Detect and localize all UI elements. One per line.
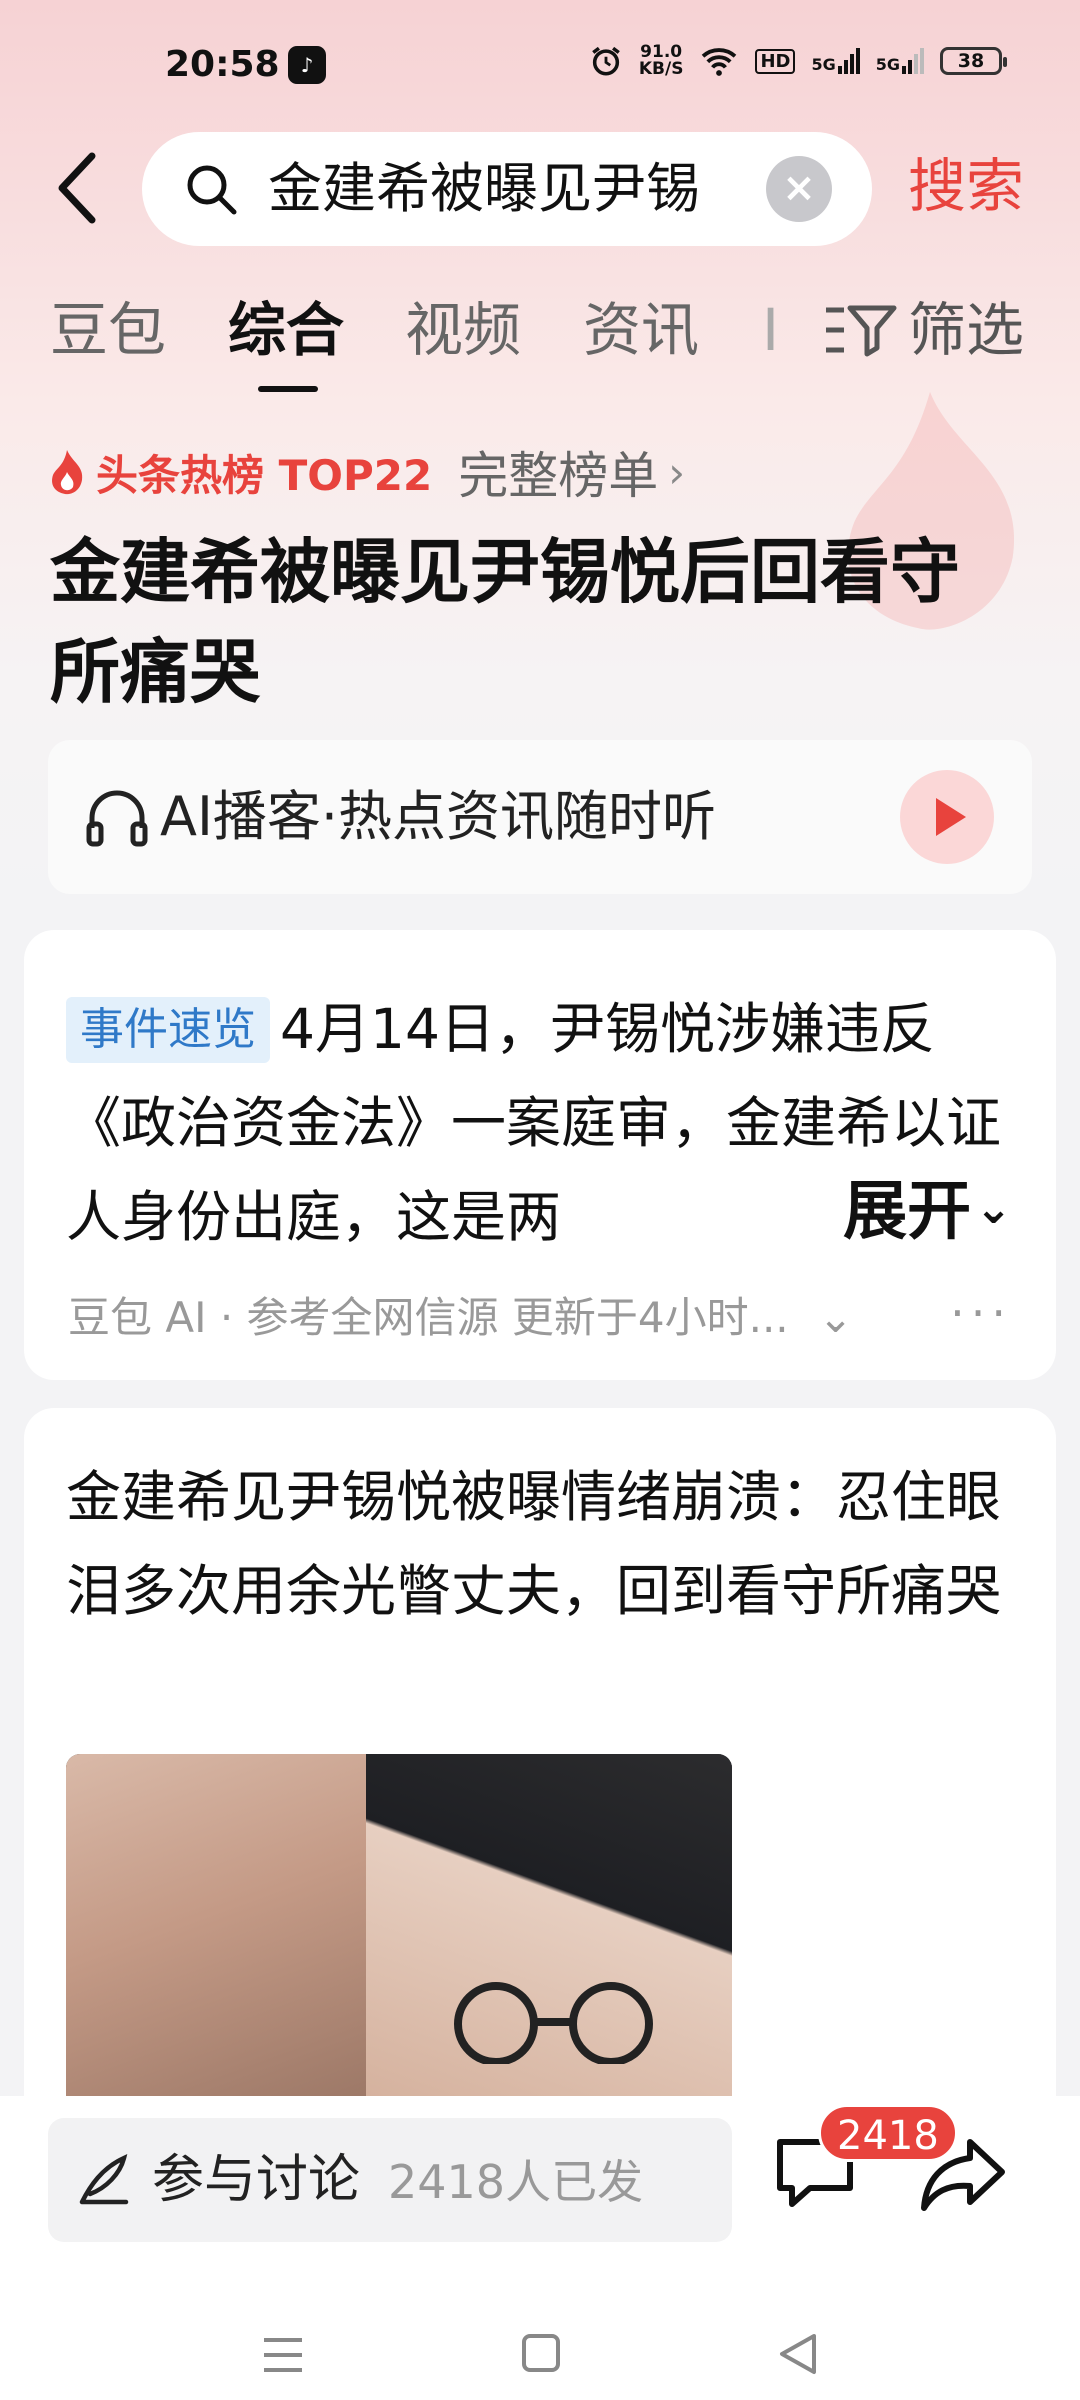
network-speed-unit: KB/S: [638, 59, 684, 79]
meta-chevron-down-icon[interactable]: ⌄: [818, 1293, 853, 1342]
pen-icon: [79, 2154, 129, 2205]
status-time: 20:58: [165, 44, 280, 85]
clear-icon[interactable]: ×: [766, 156, 832, 222]
tab-comprehensive[interactable]: 综合: [228, 290, 344, 370]
hot-headline[interactable]: 金建希被曝见尹锡悦后回看守所痛哭: [50, 522, 1010, 722]
signal-5g-1-label: 5G: [811, 55, 836, 74]
hd-badge: HD: [755, 48, 796, 74]
back-arrow-icon[interactable]: [52, 148, 102, 228]
nav-back-icon[interactable]: [776, 2332, 820, 2376]
filter-button[interactable]: 筛选: [822, 290, 1024, 370]
summary-meta: 豆包 AI · 参考全网信源 更新于4小时... ⌄: [68, 1290, 938, 1346]
search-box[interactable]: 金建希被曝见尹锡 ×: [142, 132, 872, 246]
summary-meta-text: 豆包 AI · 参考全网信源 更新于4小时...: [68, 1293, 789, 1342]
article-title[interactable]: 金建希见尹锡悦被曝情绪崩溃：忍住眼泪多次用余光瞥丈夫，回到看守所痛哭: [66, 1450, 1031, 1638]
hot-list-header[interactable]: 头条热榜 TOP22 完整榜单 ›: [48, 440, 686, 505]
search-button[interactable]: 搜索: [908, 148, 1024, 224]
status-bar: 20:58 ♪ 91.0 KB/S HD 5G 5G 38: [0, 0, 1080, 130]
battery-icon: 38: [940, 47, 1007, 75]
event-badge: 事件速览: [66, 997, 270, 1063]
signal-5g-2-label: 5G: [875, 55, 900, 74]
discuss-input[interactable]: 参与讨论 2418人已发: [48, 2118, 732, 2242]
play-icon[interactable]: [900, 770, 994, 864]
discuss-label: 参与讨论: [152, 2150, 361, 2210]
filter-label: 筛选: [908, 296, 1025, 364]
signal-bars-icon: [837, 48, 860, 74]
expand-button[interactable]: 展开⌄: [752, 1162, 1012, 1256]
headphones-icon: [86, 790, 148, 847]
tab-doubao[interactable]: 豆包: [50, 290, 166, 370]
home-icon[interactable]: [522, 2334, 560, 2372]
menu-icon[interactable]: [262, 2336, 304, 2374]
flame-icon: [52, 450, 83, 495]
search-input[interactable]: 金建希被曝见尹锡: [268, 154, 768, 224]
filter-icon: [826, 305, 897, 357]
share-icon[interactable]: [918, 2136, 1008, 2214]
article-card[interactable]: 金建希见尹锡悦被曝情绪崩溃：忍住眼泪多次用余光瞥丈夫，回到看守所痛哭: [24, 1408, 1056, 2128]
event-summary-card: 事件速览 4月14日，尹锡悦涉嫌违反《政治资金法》一案庭审，金建希以证人身份出庭，…: [24, 930, 1056, 1380]
network-speed: 91.0 KB/S: [639, 44, 684, 78]
thumbnail-left-portrait: [66, 1754, 366, 2114]
system-navigation-bar: [0, 2296, 1080, 2400]
discuss-count: 2418人已发: [388, 2155, 644, 2209]
bottom-action-bar: 参与讨论 2418人已发 2418: [0, 2096, 1080, 2296]
glasses-shape: [454, 1982, 653, 2064]
chevron-down-icon: ⌄: [975, 1183, 1012, 1234]
article-thumbnail[interactable]: [66, 1754, 732, 2114]
douyin-icon: ♪: [288, 46, 326, 84]
signal-5g-2: 5G: [876, 48, 924, 74]
wifi-icon: [702, 48, 737, 76]
more-options-icon[interactable]: ···: [950, 1286, 1012, 1340]
ai-podcast-bar[interactable]: AI播客·热点资讯随时听: [48, 740, 1032, 894]
signal-5g-1: 5G: [811, 48, 860, 74]
expand-label: 展开: [843, 1175, 972, 1249]
podcast-label: AI播客·热点资讯随时听: [160, 785, 717, 848]
alarm-icon: [592, 46, 620, 76]
tab-video[interactable]: 视频: [405, 290, 521, 370]
search-icon: [187, 165, 237, 215]
signal-bars-icon: [902, 48, 924, 74]
chevron-right-icon: ›: [668, 447, 686, 497]
tab-partial[interactable]: I: [762, 290, 779, 370]
full-list-link[interactable]: 完整榜单: [458, 436, 658, 508]
tab-news[interactable]: 资讯: [583, 290, 699, 370]
hot-list-title: 头条热榜 TOP22: [96, 450, 433, 500]
active-tab-indicator: [258, 386, 318, 392]
status-indicators: 91.0 KB/S HD 5G 5G 38: [589, 44, 1007, 78]
